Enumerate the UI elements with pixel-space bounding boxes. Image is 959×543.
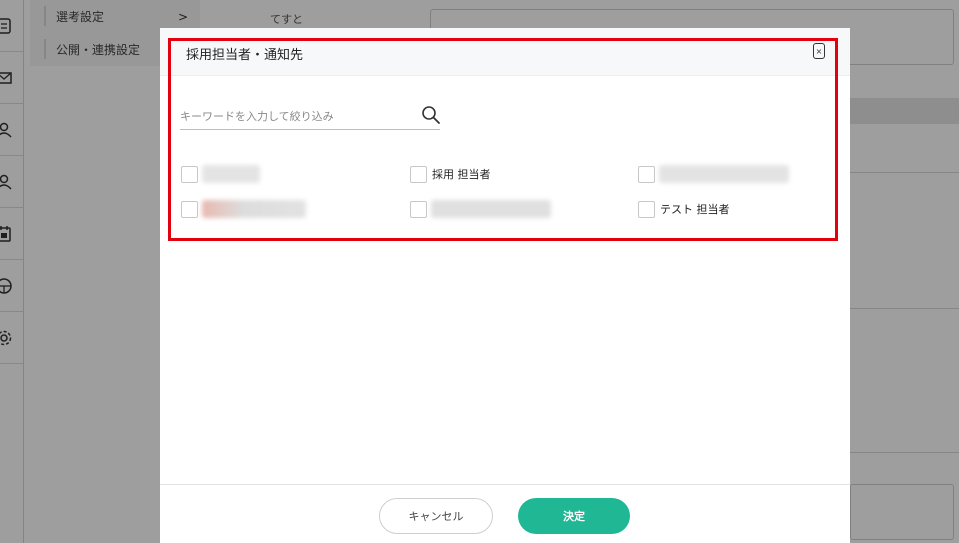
cancel-button[interactable]: キャンセル <box>379 498 493 534</box>
option-checkbox[interactable] <box>410 200 427 218</box>
option-checkbox[interactable] <box>638 165 655 183</box>
confirm-button[interactable]: 決定 <box>518 498 630 534</box>
option-label: 採用 担当者 <box>432 168 491 181</box>
option-item[interactable] <box>638 164 789 184</box>
search-input[interactable] <box>180 106 400 126</box>
option-checkbox[interactable] <box>181 165 198 183</box>
option-checkbox[interactable] <box>410 165 427 183</box>
redacted-name <box>431 200 551 218</box>
assignee-modal: 採用担当者・通知先 × 採用 担当者 テスト 担当者 キャンセル 決定 <box>160 28 850 543</box>
redacted-name <box>202 200 306 218</box>
option-item[interactable] <box>181 164 260 184</box>
close-button[interactable]: × <box>813 43 825 59</box>
redacted-name <box>659 165 789 183</box>
modal-title: 採用担当者・通知先 <box>186 48 304 63</box>
option-item[interactable]: 採用 担当者 <box>410 164 491 184</box>
option-checkbox[interactable] <box>181 200 198 218</box>
option-item[interactable] <box>181 199 306 219</box>
option-item[interactable]: テスト 担当者 <box>638 199 730 219</box>
option-checkbox[interactable] <box>638 200 655 218</box>
option-item[interactable] <box>410 199 551 219</box>
search-field <box>180 102 440 130</box>
search-icon[interactable] <box>421 105 441 125</box>
option-label: テスト 担当者 <box>660 203 730 216</box>
modal-footer: キャンセル 決定 <box>160 484 850 543</box>
redacted-name <box>202 165 260 183</box>
modal-header: 採用担当者・通知先 × <box>160 28 850 76</box>
